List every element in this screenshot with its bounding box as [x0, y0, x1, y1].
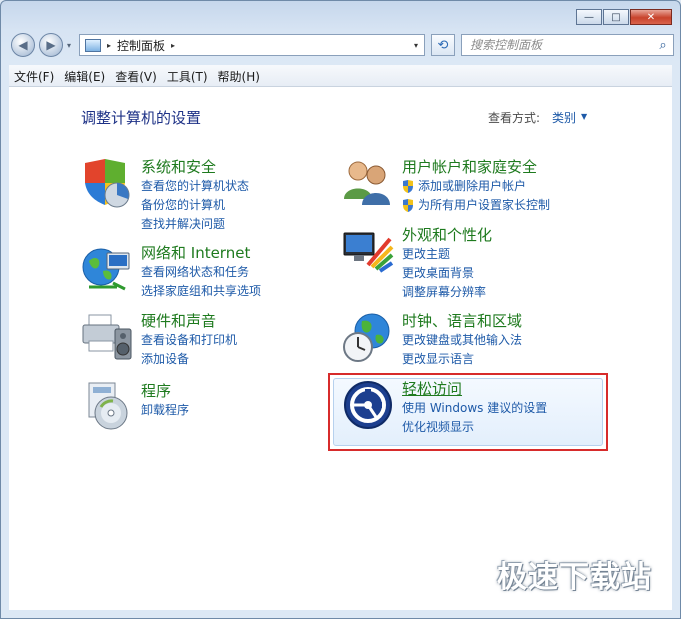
uac-shield-icon: [403, 180, 413, 193]
menu-tools[interactable]: 工具(T): [162, 65, 213, 86]
refresh-button[interactable]: ⟲: [431, 34, 455, 56]
link-troubleshoot[interactable]: 查找并解决问题: [141, 215, 249, 234]
category-title[interactable]: 系统和安全: [141, 157, 249, 177]
menu-bar: 文件(F) 编辑(E) 查看(V) 工具(T) 帮助(H): [9, 65, 672, 87]
search-input[interactable]: [462, 36, 653, 54]
window-controls: — □ ✕: [575, 9, 672, 25]
breadcrumb-separator[interactable]: ▸: [107, 41, 111, 50]
link-view-computer-status[interactable]: 查看您的计算机状态: [141, 177, 249, 196]
watermark: 极速下载站: [497, 560, 652, 595]
menu-edit[interactable]: 编辑(E): [59, 65, 110, 86]
chevron-down-icon[interactable]: ▼: [581, 112, 587, 121]
monitor-palette-icon[interactable]: [342, 225, 394, 277]
view-by-label: 查看方式:: [488, 111, 541, 125]
link-change-keyboard[interactable]: 更改键盘或其他输入法: [402, 331, 522, 350]
users-icon[interactable]: [342, 157, 394, 209]
category-title[interactable]: 轻松访问: [402, 379, 547, 399]
recent-pages-dropdown[interactable]: ▾: [67, 41, 71, 50]
control-panel-icon: [85, 38, 101, 52]
link-backup-computer[interactable]: 备份您的计算机: [141, 196, 249, 215]
category-title[interactable]: 外观和个性化: [402, 225, 492, 245]
navigation-bar: ◀ ▶ ▾ ▸ 控制面板 ▸ ▾ ⟲ ⌕: [9, 31, 674, 59]
category-title[interactable]: 网络和 Internet: [141, 243, 261, 263]
printer-speaker-icon[interactable]: [81, 311, 133, 363]
menu-file[interactable]: 文件(F): [9, 65, 59, 86]
link-display-language[interactable]: 更改显示语言: [402, 350, 522, 369]
uac-shield-icon: [403, 199, 413, 212]
link-homegroup-sharing[interactable]: 选择家庭组和共享选项: [141, 282, 261, 301]
link-uninstall-program[interactable]: 卸载程序: [141, 401, 189, 420]
program-disc-icon[interactable]: [81, 381, 133, 433]
category-title[interactable]: 时钟、语言和区域: [402, 311, 522, 331]
menu-view[interactable]: 查看(V): [110, 65, 162, 86]
breadcrumb-control-panel[interactable]: 控制面板: [117, 37, 165, 54]
menu-help[interactable]: 帮助(H): [213, 65, 265, 86]
category-title[interactable]: 硬件和声音: [141, 311, 237, 331]
link-network-status[interactable]: 查看网络状态和任务: [141, 263, 261, 282]
ease-of-access-icon[interactable]: [342, 379, 394, 431]
search-box[interactable]: ⌕: [461, 34, 674, 56]
link-parental-controls[interactable]: 为所有用户设置家长控制: [402, 196, 550, 215]
link-change-theme[interactable]: 更改主题: [402, 245, 492, 264]
globe-network-icon[interactable]: [81, 243, 133, 295]
close-button[interactable]: ✕: [630, 9, 672, 25]
link-label[interactable]: 添加或删除用户帐户: [418, 179, 526, 193]
link-add-remove-accounts[interactable]: 添加或删除用户帐户: [402, 177, 550, 196]
globe-clock-icon[interactable]: [342, 311, 394, 363]
link-screen-resolution[interactable]: 调整屏幕分辨率: [402, 283, 492, 302]
link-add-device[interactable]: 添加设备: [141, 350, 237, 369]
search-icon[interactable]: ⌕: [653, 38, 673, 53]
link-change-background[interactable]: 更改桌面背景: [402, 264, 492, 283]
address-dropdown[interactable]: ▾: [414, 41, 418, 50]
minimize-button[interactable]: —: [576, 9, 602, 25]
view-by-dropdown[interactable]: 类别: [552, 109, 576, 126]
shield-chart-icon[interactable]: [81, 157, 133, 209]
link-optimize-video[interactable]: 优化视频显示: [402, 418, 547, 437]
forward-button[interactable]: ▶: [39, 33, 63, 57]
page-title: 调整计算机的设置: [81, 109, 202, 127]
address-bar[interactable]: ▸ 控制面板 ▸ ▾: [79, 34, 425, 56]
back-button[interactable]: ◀: [11, 33, 35, 57]
breadcrumb-separator-end[interactable]: ▸: [171, 41, 175, 50]
link-windows-suggested-settings[interactable]: 使用 Windows 建议的设置: [402, 399, 547, 418]
link-devices-printers[interactable]: 查看设备和打印机: [141, 331, 237, 350]
maximize-button[interactable]: □: [603, 9, 629, 25]
control-panel-content: 调整计算机的设置 查看方式: 类别 ▼ 系统和安全 查看您的计算机状态 备份您的…: [9, 87, 672, 610]
category-title[interactable]: 程序: [141, 381, 189, 401]
window-frame: — □ ✕ ◀ ▶ ▾ ▸ 控制面板 ▸ ▾ ⟲ ⌕ 文件(F) 编辑(E) 查…: [0, 0, 681, 619]
link-label[interactable]: 为所有用户设置家长控制: [418, 198, 550, 212]
category-title[interactable]: 用户帐户和家庭安全: [402, 157, 550, 177]
